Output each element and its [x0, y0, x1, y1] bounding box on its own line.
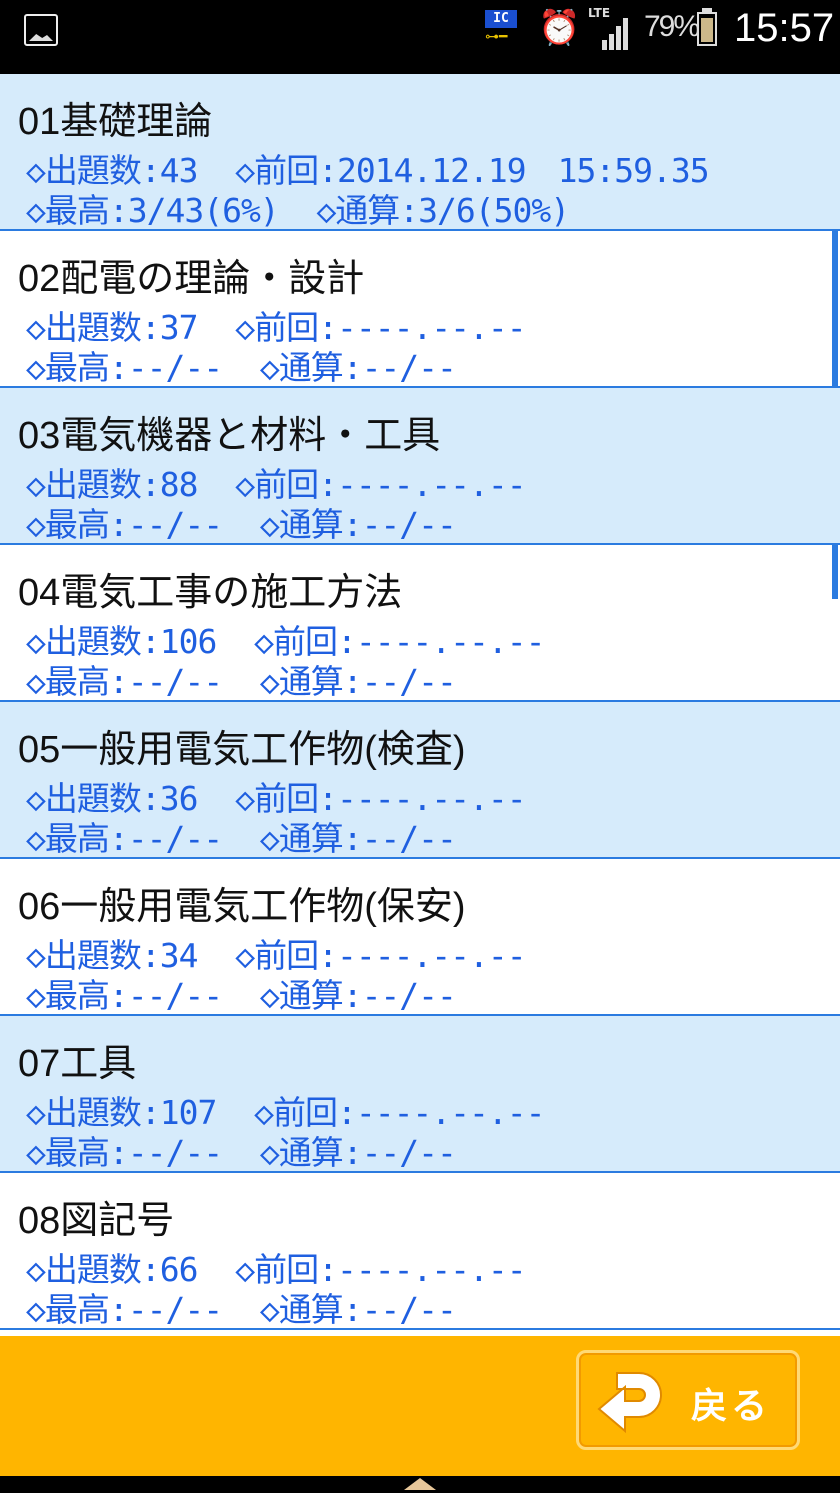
best-score: ◇最高:--/-- [26, 1290, 223, 1329]
gallery-notification-icon [24, 14, 58, 46]
total-score: ◇通算:--/-- [259, 662, 457, 701]
category-title: 03電気機器と材料・工具 [18, 415, 441, 457]
list-item[interactable]: 04電気工事の施工方法 ◇出題数:106 ◇前回:----.--.-- ◇最高:… [0, 545, 840, 702]
battery-icon [697, 8, 717, 46]
category-title: 02配電の理論・設計 [18, 258, 365, 300]
total-score: ◇通算:3/6(50%) [316, 191, 570, 230]
best-score: ◇最高:--/-- [26, 976, 223, 1015]
stats-line-2: ◇最高:--/-- ◇通算:--/-- [26, 1283, 457, 1331]
list-item[interactable]: 05一般用電気工作物(検査) ◇出題数:36 ◇前回:----.--.-- ◇最… [0, 702, 840, 859]
clock: 15:57 [734, 6, 835, 50]
navigation-bar [0, 1476, 840, 1493]
list-item[interactable]: 08図記号 ◇出題数:66 ◇前回:----.--.-- ◇最高:--/-- ◇… [0, 1173, 840, 1330]
total-score: ◇通算:--/-- [259, 1133, 457, 1172]
total-score: ◇通算:--/-- [259, 505, 457, 544]
category-title: 08図記号 [18, 1200, 175, 1242]
stats-line-2: ◇最高:--/-- ◇通算:--/-- [26, 1126, 457, 1174]
category-title: 05一般用電気工作物(検査) [18, 729, 466, 771]
back-button[interactable]: 戻る [576, 1350, 800, 1450]
total-score: ◇通算:--/-- [259, 819, 457, 858]
stats-line-2: ◇最高:--/-- ◇通算:--/-- [26, 812, 457, 860]
best-score: ◇最高:--/-- [26, 819, 223, 858]
lte-label: LTE [588, 6, 611, 20]
best-score: ◇最高:--/-- [26, 505, 223, 544]
battery-percent: 79% [644, 10, 700, 43]
ic-label: IC [485, 10, 517, 28]
stats-line-2: ◇最高:--/-- ◇通算:--/-- [26, 341, 457, 389]
key-icon: ⊶━ [485, 29, 508, 45]
category-title: 04電気工事の施工方法 [18, 572, 403, 614]
list-item[interactable]: 01基礎理論 ◇出題数:43 ◇前回:2014.12.19 15:59.35 ◇… [0, 74, 840, 231]
return-arrow-icon [597, 1372, 662, 1434]
ic-key-icon: IC ⊶━ [483, 10, 519, 46]
total-score: ◇通算:--/-- [259, 976, 457, 1015]
category-title: 01基礎理論 [18, 101, 213, 143]
category-list[interactable]: 01基礎理論 ◇出題数:43 ◇前回:2014.12.19 15:59.35 ◇… [0, 74, 840, 1336]
lte-signal-icon: LTE [588, 6, 636, 50]
back-button-label: 戻る [691, 1386, 772, 1427]
stats-line-2: ◇最高:--/-- ◇通算:--/-- [26, 498, 457, 546]
stats-line-2: ◇最高:--/-- ◇通算:--/-- [26, 655, 457, 703]
stats-line-2: ◇最高:--/-- ◇通算:--/-- [26, 969, 457, 1017]
list-item[interactable]: 07工具 ◇出題数:107 ◇前回:----.--.-- ◇最高:--/-- ◇… [0, 1016, 840, 1173]
best-score: ◇最高:3/43(6%) [26, 191, 280, 230]
status-bar: IC ⊶━ ⏰ LTE 79% 15:57 [0, 0, 840, 74]
total-score: ◇通算:--/-- [259, 1290, 457, 1329]
best-score: ◇最高:--/-- [26, 1133, 223, 1172]
total-score: ◇通算:--/-- [259, 348, 457, 387]
stats-line-2: ◇最高:3/43(6%) ◇通算:3/6(50%) [26, 184, 570, 232]
alarm-icon: ⏰ [538, 8, 581, 48]
list-item[interactable]: 06一般用電気工作物(保安) ◇出題数:34 ◇前回:----.--.-- ◇最… [0, 859, 840, 1016]
nav-handle-icon[interactable] [402, 1476, 438, 1490]
best-score: ◇最高:--/-- [26, 348, 223, 387]
best-score: ◇最高:--/-- [26, 662, 223, 701]
footer-bar: 戻る [0, 1336, 840, 1476]
list-item[interactable]: 02配電の理論・設計 ◇出題数:37 ◇前回:----.--.-- ◇最高:--… [0, 231, 840, 388]
list-item[interactable]: 03電気機器と材料・工具 ◇出題数:88 ◇前回:----.--.-- ◇最高:… [0, 388, 840, 545]
category-title: 07工具 [18, 1043, 137, 1085]
category-title: 06一般用電気工作物(保安) [18, 886, 466, 928]
